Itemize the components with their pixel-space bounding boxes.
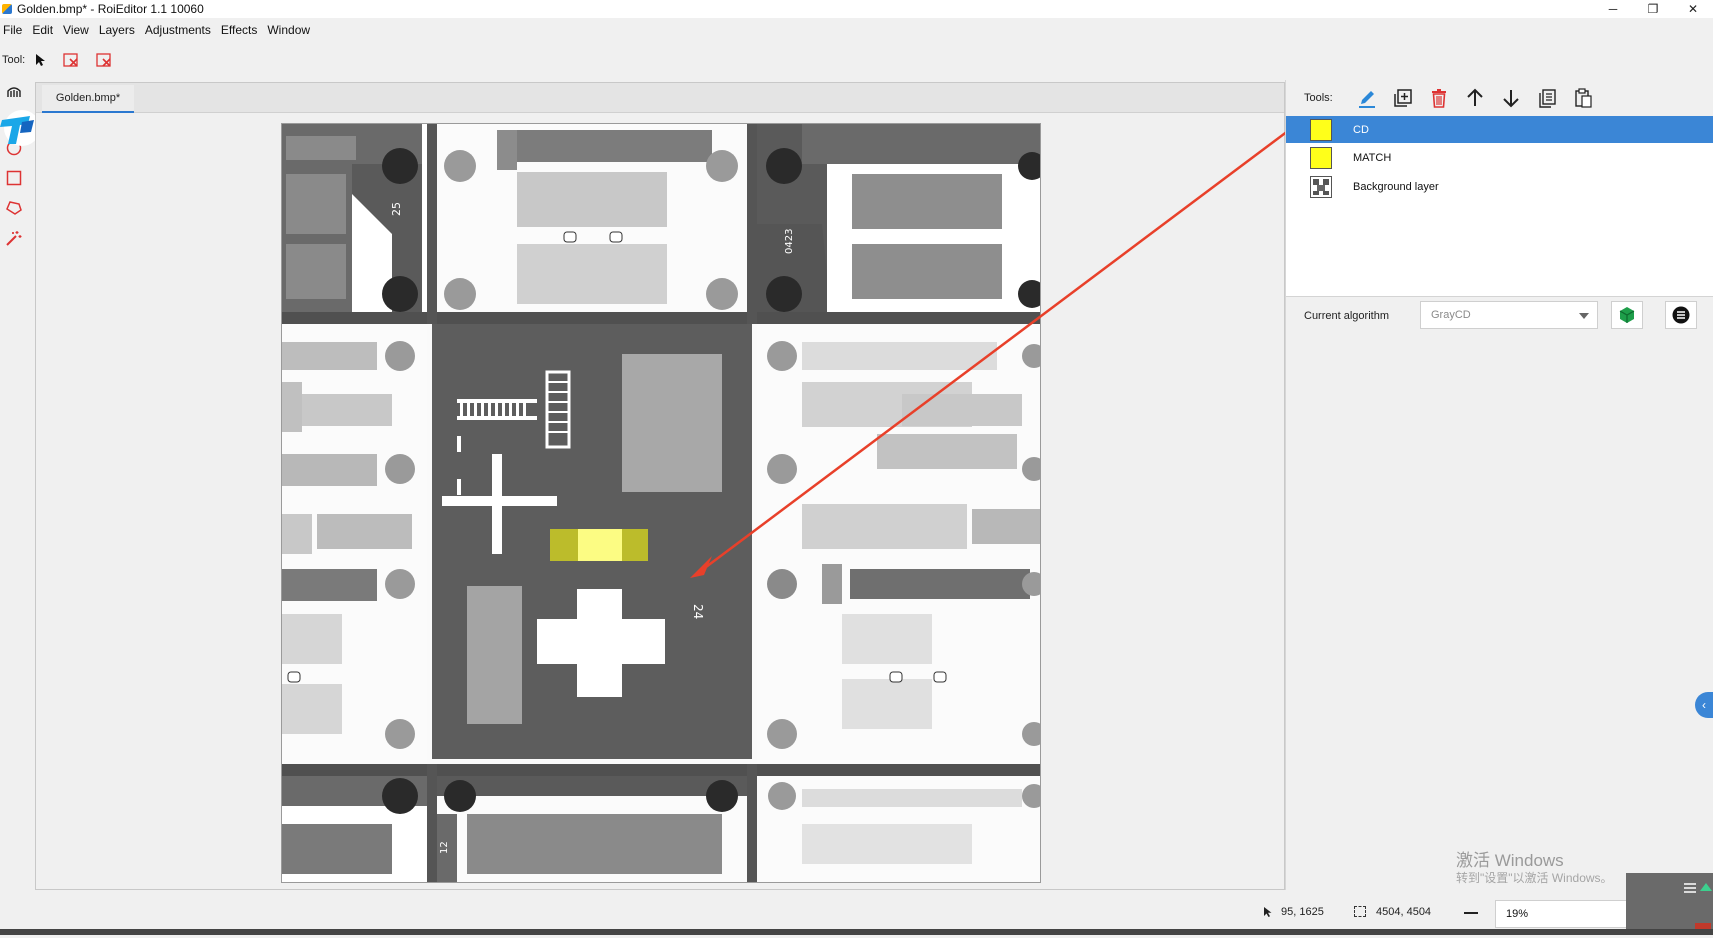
menu-adjustments[interactable]: Adjustments xyxy=(141,23,217,37)
minimize-button[interactable]: ─ xyxy=(1593,0,1633,18)
label-25: 25 xyxy=(390,202,403,216)
move-down-icon[interactable] xyxy=(1493,85,1529,111)
edit-icon[interactable] xyxy=(1349,85,1385,111)
layer-list: CD MATCH Background layer xyxy=(1286,116,1713,296)
move-up-icon[interactable] xyxy=(1457,85,1493,111)
zoom-out-button[interactable] xyxy=(1464,912,1478,914)
menu-view[interactable]: View xyxy=(59,23,95,37)
layer-name: Background layer xyxy=(1353,180,1439,193)
list-menu-icon xyxy=(1672,306,1690,324)
cursor-position-icon xyxy=(1264,907,1272,917)
windows-watermark-title: 激活 Windows xyxy=(1456,851,1564,870)
layer-color-swatch xyxy=(1310,118,1332,141)
menu-bar: File Edit View Layers Adjustments Effect… xyxy=(0,20,316,40)
tools-label: Tools: xyxy=(1304,92,1333,104)
menu-effects[interactable]: Effects xyxy=(217,23,263,37)
algorithm-label: Current algorithm xyxy=(1304,310,1389,322)
tool-label: Tool: xyxy=(2,54,26,66)
windows-watermark-subtitle: 转到"设置"以激活 Windows。 xyxy=(1456,871,1613,885)
taskbar-strip xyxy=(0,929,1713,935)
zoom-value: 19% xyxy=(1506,908,1529,920)
algorithm-settings-button[interactable] xyxy=(1665,301,1697,329)
layer-name: CD xyxy=(1353,123,1369,136)
clear-selection-icon[interactable] xyxy=(63,52,80,68)
window-title: Golden.bmp* - RoiEditor 1.1 10060 xyxy=(17,2,204,16)
menu-window[interactable]: Window xyxy=(263,23,316,37)
status-bar: 95, 1625 4504, 4504 19% xyxy=(0,898,1713,928)
delete-roi-icon[interactable] xyxy=(96,52,113,68)
copy-icon[interactable] xyxy=(1529,85,1565,111)
pointer-icon[interactable] xyxy=(33,53,47,67)
run-algorithm-button[interactable] xyxy=(1611,301,1643,329)
algorithm-value: GrayCD xyxy=(1431,309,1471,321)
title-bar: Golden.bmp* - RoiEditor 1.1 10060 ─ ❐ ✕ xyxy=(0,0,1713,18)
label-12: 12 xyxy=(439,841,450,854)
image-canvas[interactable]: 25 0423 24 12 xyxy=(281,123,1041,883)
menu-layers[interactable]: Layers xyxy=(95,23,141,37)
paste-icon[interactable] xyxy=(1565,85,1601,111)
selection-size-icon xyxy=(1354,906,1366,917)
system-tray xyxy=(1626,873,1713,935)
label-0423: 0423 xyxy=(784,229,795,254)
rectangle-tool-icon[interactable] xyxy=(4,168,24,188)
layer-item-background[interactable]: Background layer xyxy=(1286,173,1713,200)
label-24: 24 xyxy=(691,604,705,619)
layer-color-swatch xyxy=(1310,146,1332,169)
palette-icon[interactable] xyxy=(4,82,24,102)
cube-icon xyxy=(1619,307,1635,323)
document-area: Golden.bmp* 25 0423 24 12 xyxy=(35,82,1285,890)
tray-icons xyxy=(1684,883,1712,935)
roi-cd[interactable] xyxy=(578,529,622,561)
algorithm-select[interactable]: GrayCD xyxy=(1420,301,1598,329)
layer-name: MATCH xyxy=(1353,151,1392,164)
maximize-button[interactable]: ❐ xyxy=(1633,0,1673,18)
tool-row: Tool: xyxy=(0,48,1713,72)
menu-edit[interactable]: Edit xyxy=(28,23,59,37)
polygon-tool-icon[interactable] xyxy=(4,198,24,218)
layer-item-cd[interactable]: CD xyxy=(1286,116,1713,143)
add-layer-icon[interactable] xyxy=(1385,85,1421,111)
magic-wand-icon[interactable] xyxy=(4,228,24,248)
menu-file[interactable]: File xyxy=(0,23,28,37)
cursor-position: 95, 1625 xyxy=(1281,906,1324,918)
tab-golden-bmp[interactable]: Golden.bmp* xyxy=(42,85,134,113)
chevron-down-icon xyxy=(1579,313,1589,319)
algorithm-row: Current algorithm GrayCD xyxy=(1286,296,1713,336)
image-size: 4504, 4504 xyxy=(1376,906,1432,918)
wafer-image: 25 0423 24 12 xyxy=(282,124,1040,882)
background-thumbnail-icon xyxy=(1310,175,1332,198)
app-icon xyxy=(2,4,12,14)
tab-strip: Golden.bmp* xyxy=(36,83,1284,113)
layer-item-match[interactable]: MATCH xyxy=(1286,144,1713,171)
trash-icon[interactable] xyxy=(1421,85,1457,111)
close-button[interactable]: ✕ xyxy=(1673,0,1713,18)
layer-tools-row: Tools: xyxy=(1304,84,1601,112)
right-panel: Tools: CD MATCH Background layer Current… xyxy=(1285,80,1713,890)
